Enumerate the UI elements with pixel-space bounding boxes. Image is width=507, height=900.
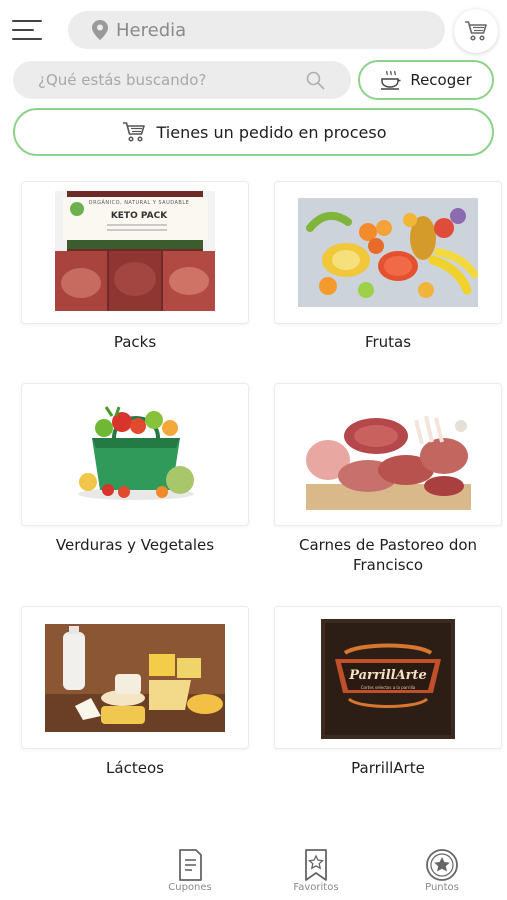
order-in-progress-label: Tienes un pedido en proceso [156,122,387,142]
location-selector[interactable]: Heredia [68,11,445,49]
location-text: Heredia [116,19,187,41]
tab-cupones[interactable]: Cupones [150,830,230,900]
bookmark-star-icon [305,849,327,881]
star-circle-icon [426,849,458,881]
dairy-cheese-photo [45,624,225,732]
tab-descubrir-label: Descubrir [39,882,89,893]
raw-meat-cuts-photo [306,406,471,510]
cart-button[interactable] [454,9,498,53]
category-card-frutas[interactable] [274,181,502,324]
category-label-frutas[interactable]: Frutas [274,332,502,352]
pickup-label: Recoger [410,71,472,89]
category-card-carnes[interactable] [274,383,502,526]
shopping-cart-icon [465,21,487,41]
category-label-verduras[interactable]: Verduras y Vegetales [21,535,249,555]
category-label-parrillarte[interactable]: ParrillArte [274,758,502,778]
tropical-fruits-photo [298,198,478,307]
discover-bag-icon [55,851,73,879]
category-card-verduras[interactable] [21,383,249,526]
parrillarte-logo: ParrillArte Cortes selectos a la parrill… [321,619,455,739]
takeaway-food-icon [381,70,401,90]
pickup-button[interactable]: Recoger [358,60,494,100]
parrillarte-logo-name: ParrillArte [349,668,427,683]
shopping-cart-icon [122,122,145,142]
map-pin-icon [92,20,108,40]
parrillarte-logo-tagline: Cortes selectos a la parrilla [360,685,416,690]
category-card-parrillarte[interactable]: ParrillArte Cortes selectos a la parrill… [274,606,502,749]
tab-descubrir[interactable]: Descubrir [24,830,104,900]
bottom-nav: Descubrir Cupones Favoritos Puntos [0,830,507,900]
category-label-carnes[interactable]: Carnes de Pastoreo don Francisco [274,535,502,575]
vegetable-bag-photo [74,406,198,502]
tab-cupones-label: Cupones [168,882,212,893]
category-label-packs[interactable]: Packs [21,332,249,352]
search-bar [13,61,351,99]
pack-image-caption: ORGÁNICO, NATURAL Y SAUDABLE [88,200,190,206]
category-card-lacteos[interactable] [21,606,249,749]
tab-puntos-label: Puntos [425,882,459,893]
tab-favoritos-label: Favoritos [293,882,339,893]
top-bar: Heredia [0,0,507,60]
tab-puntos[interactable]: Puntos [402,830,482,900]
coupon-document-icon [179,849,202,881]
tab-favoritos[interactable]: Favoritos [276,830,356,900]
order-in-progress-banner[interactable]: Tienes un pedido en proceso [13,108,494,156]
category-label-lacteos[interactable]: Lácteos [21,758,249,778]
keto-pack-meat-photo: ORGÁNICO, NATURAL Y SAUDABLE KETO PACK [55,191,215,311]
hamburger-menu-icon[interactable] [12,18,44,42]
search-icon[interactable] [305,70,325,90]
category-card-packs[interactable]: ORGÁNICO, NATURAL Y SAUDABLE KETO PACK [21,181,249,324]
pack-image-title: KETO PACK [110,211,168,221]
search-input[interactable] [38,71,288,89]
